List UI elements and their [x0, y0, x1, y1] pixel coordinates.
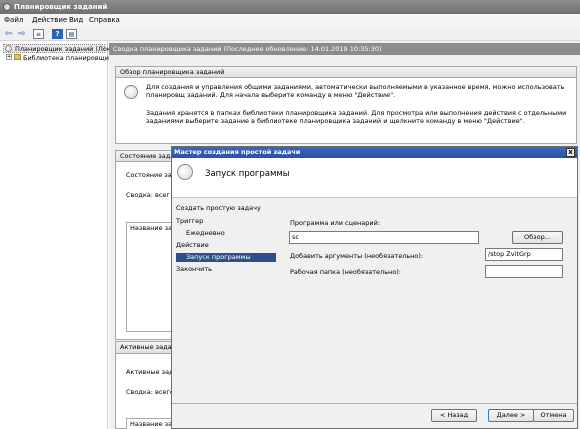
working-folder-input[interactable] — [485, 265, 563, 278]
tree-item-library[interactable]: Библиотека планировщика — [23, 54, 117, 62]
next-button[interactable]: Далее > — [488, 409, 534, 422]
back-arrow-icon[interactable]: ⇦ — [3, 29, 14, 39]
wizard-heading: Запуск программы — [205, 169, 290, 179]
menu-action[interactable]: Действие — [32, 14, 67, 27]
console-tree-icon[interactable]: ≡ — [33, 29, 44, 39]
task-status-line: Состояние зад — [126, 171, 177, 179]
summary-header: Сводка планировщика заданий (Последнее о… — [109, 43, 580, 55]
help-icon[interactable]: ? — [52, 29, 63, 39]
expand-icon[interactable]: + — [6, 54, 12, 60]
clock-icon — [5, 45, 12, 52]
task-status-summary: Сводка: всег — [126, 191, 170, 199]
overview-paragraph-2: Задания хранятся в папках библиотеки пла… — [146, 109, 567, 125]
task-scheduler-app-icon — [3, 3, 11, 11]
back-button[interactable]: < Назад — [431, 409, 477, 422]
folder-icon — [14, 54, 21, 60]
console-tree: Планировщик заданий (Локал + Библиотека … — [0, 41, 119, 429]
program-label: Программа или сценарий: — [290, 219, 381, 227]
step-start-program[interactable]: Запуск программы — [176, 253, 276, 262]
working-folder-label: Рабочая папка (необязательно): — [290, 268, 401, 276]
browse-button[interactable]: Обзор... — [512, 231, 563, 244]
clock-icon — [124, 85, 138, 99]
close-icon[interactable]: x — [566, 148, 575, 157]
overview-section: Обзор планировщика заданий Для создания … — [115, 66, 577, 144]
menu-file[interactable]: Файл — [4, 14, 23, 27]
step-action[interactable]: Действие — [176, 241, 209, 250]
step-daily[interactable]: Ежедневно — [186, 229, 225, 238]
menu-view[interactable]: Вид — [69, 14, 83, 27]
create-basic-task-wizard: Мастер создания простой задачи x Запуск … — [171, 146, 578, 429]
wizard-title: Мастер создания простой задачи — [174, 148, 301, 156]
active-tasks-line: Активные зада — [126, 368, 178, 376]
overview-paragraph-1: Для создания и управления общими задания… — [146, 83, 565, 99]
step-create-task[interactable]: Создать простую задачу — [176, 204, 261, 213]
arguments-input[interactable]: /stop ZvitGrp — [485, 248, 563, 261]
wizard-header: Запуск программы — [172, 158, 577, 198]
step-trigger[interactable]: Триггер — [176, 217, 203, 226]
wizard-title-bar[interactable]: Мастер создания простой задачи x — [172, 147, 577, 158]
cancel-button[interactable]: Отмена — [533, 409, 574, 422]
footer-divider — [172, 403, 577, 404]
menu-help[interactable]: Справка — [89, 14, 120, 27]
arguments-label: Добавить аргументы (необязательно): — [290, 252, 424, 260]
window-title: Планировщик заданий — [14, 3, 108, 11]
clock-icon — [177, 164, 193, 180]
forward-arrow-icon[interactable]: ⇨ — [16, 29, 27, 39]
program-input[interactable]: sc — [289, 231, 479, 244]
toolbar: ⇦ ⇨ ≡ ? ▤ — [0, 27, 580, 41]
menu-bar: Файл Действие Вид Справка — [0, 14, 580, 27]
window-title-bar[interactable]: Планировщик заданий — [0, 0, 580, 14]
tree-item-task-scheduler-root[interactable]: Планировщик заданий (Локал — [15, 45, 119, 53]
step-finish[interactable]: Закончить — [176, 265, 212, 274]
active-tasks-summary: Сводка: всего — [126, 388, 174, 396]
overview-title[interactable]: Обзор планировщика заданий — [116, 67, 576, 78]
properties-icon[interactable]: ▤ — [66, 29, 77, 39]
